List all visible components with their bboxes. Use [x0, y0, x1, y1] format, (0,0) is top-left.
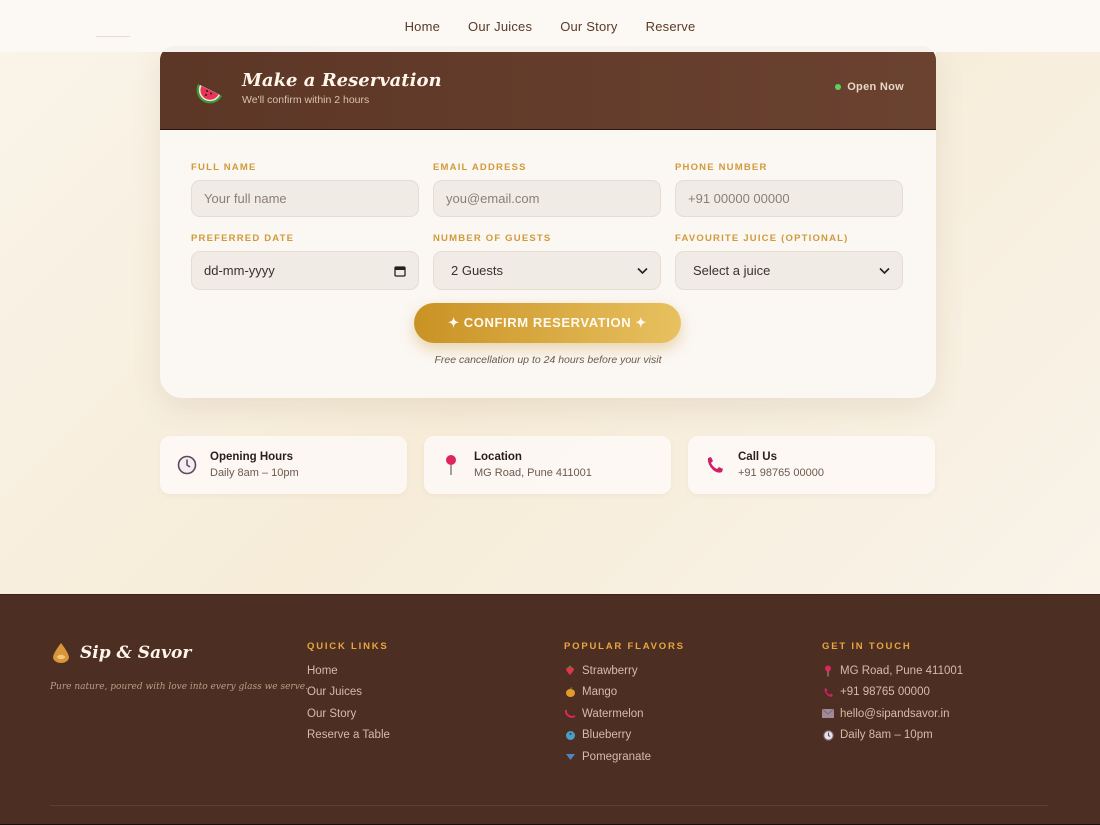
date-field[interactable]: dd-mm-yyyy	[191, 251, 419, 290]
flavor-label: Mango	[582, 686, 618, 699]
strawberry-icon	[564, 665, 576, 677]
quick-links-heading: QUICK LINKS	[307, 641, 389, 652]
calendar-icon[interactable]	[394, 265, 406, 277]
name-field[interactable]: Your full name	[191, 180, 419, 217]
date-label: Preferred Date	[191, 233, 295, 244]
nav-logo-underline	[96, 36, 130, 37]
contact-hours: Daily 8am – 10pm	[822, 729, 963, 743]
juice-select[interactable]: Select a juice	[675, 251, 903, 290]
nav-home-link[interactable]: Home	[405, 19, 440, 34]
pin-icon	[440, 454, 462, 476]
footer-brand-name: Sip & Savor	[80, 643, 192, 663]
site-footer: Sip & Savor Pure nature, poured with lov…	[0, 594, 1100, 825]
flavors-column: POPULAR FLAVORS Strawberry Mango Waterme…	[564, 641, 685, 772]
info-card-phone: Call Us +91 98765 00000	[688, 436, 935, 494]
chevron-down-icon	[879, 267, 890, 274]
email-field[interactable]: you@email.com	[433, 180, 661, 217]
phone-placeholder: +91 00000 00000	[688, 191, 790, 206]
phone-label: Phone Number	[675, 162, 768, 173]
location-detail: MG Road, Pune 411001	[474, 467, 592, 479]
flavor-item-blueberry[interactable]: Blueberry	[564, 729, 685, 743]
nav-reserve-link[interactable]: Reserve	[646, 19, 696, 34]
flavor-label: Blueberry	[582, 729, 632, 742]
confirm-reservation-button[interactable]: ✦ CONFIRM RESERVATION ✦	[414, 303, 681, 343]
pin-icon	[822, 665, 834, 677]
juice-value: Select a juice	[693, 263, 771, 278]
location-title: Location	[474, 451, 522, 463]
guests-label: Number of Guests	[433, 233, 552, 244]
contact-text: MG Road, Pune 411001	[840, 664, 964, 677]
footer-link-home[interactable]: Home	[307, 664, 390, 678]
contact-column: GET IN TOUCH MG Road, Pune 411001 +91 98…	[822, 641, 963, 750]
flavor-label: Watermelon	[582, 707, 644, 720]
reservation-card: Make a Reservation We'll confirm within …	[160, 46, 936, 398]
mango-icon	[564, 686, 576, 698]
chevron-down-icon	[637, 267, 648, 274]
cancellation-note: Free cancellation up to 24 hours before …	[434, 354, 662, 366]
contact-heading: GET IN TOUCH	[822, 641, 912, 652]
footer-link-reserve[interactable]: Reserve a Table	[307, 729, 390, 743]
contact-text: Daily 8am – 10pm	[840, 729, 933, 742]
juice-label: Favourite Juice (Optional)	[675, 233, 849, 244]
nav-story-link[interactable]: Our Story	[560, 19, 617, 34]
reservation-title: Make a Reservation	[242, 70, 442, 91]
flavor-item-strawberry[interactable]: Strawberry	[564, 664, 685, 678]
footer-tagline: Pure nature, poured with love into every…	[50, 682, 308, 692]
mail-icon	[822, 708, 834, 720]
reservation-subtitle: We'll confirm within 2 hours	[242, 94, 370, 106]
footer-link-juices[interactable]: Our Juices	[307, 686, 390, 700]
contact-phone[interactable]: +91 98765 00000	[822, 686, 963, 700]
contact-email[interactable]: hello@sipandsavor.in	[822, 707, 963, 721]
watermelon-icon	[564, 708, 576, 720]
date-placeholder: dd-mm-yyyy	[204, 263, 275, 278]
name-label: Full Name	[191, 162, 257, 173]
clock-icon	[822, 729, 834, 741]
info-card-location: Location MG Road, Pune 411001	[424, 436, 671, 494]
hours-title: Opening Hours	[210, 451, 294, 463]
contact-text: hello@sipandsavor.in	[840, 707, 950, 720]
reservation-header: Make a Reservation We'll confirm within …	[160, 46, 936, 130]
hours-detail: Daily 8am – 10pm	[210, 467, 299, 479]
watermelon-icon	[196, 84, 222, 104]
phone-icon	[704, 454, 726, 476]
contact-text: +91 98765 00000	[840, 686, 930, 699]
phone-icon	[822, 686, 834, 698]
contact-address: MG Road, Pune 411001	[822, 664, 963, 678]
quick-links-column: QUICK LINKS Home Our Juices Our Story Re…	[307, 641, 390, 750]
email-label: Email Address	[433, 162, 527, 173]
flavor-label: Pomegranate	[582, 750, 652, 763]
email-placeholder: you@email.com	[446, 191, 540, 206]
flavors-heading: POPULAR FLAVORS	[564, 641, 685, 652]
guests-value: 2 Guests	[451, 263, 504, 278]
flavor-label: Strawberry	[582, 664, 638, 677]
flavor-item-watermelon[interactable]: Watermelon	[564, 707, 685, 721]
reservation-form: Full Name Your full name Email Address y…	[191, 162, 905, 306]
flavor-item-mango[interactable]: Mango	[564, 686, 685, 700]
clock-icon	[176, 454, 198, 476]
nav-juices-link[interactable]: Our Juices	[468, 19, 532, 34]
open-status-text: Open Now	[847, 81, 904, 93]
drop-logo-icon	[53, 643, 69, 663]
status-dot-icon	[835, 84, 842, 90]
flavor-item-pomegranate[interactable]: Pomegranate	[564, 750, 685, 764]
blueberry-icon	[564, 729, 576, 741]
open-status-badge: Open Now	[835, 81, 904, 93]
footer-brand[interactable]: Sip & Savor	[50, 642, 191, 664]
footer-divider	[50, 805, 1048, 806]
top-nav: Home Our Juices Our Story Reserve	[0, 0, 1100, 52]
guests-select[interactable]: 2 Guests	[433, 251, 661, 290]
phone-title: Call Us	[738, 451, 777, 463]
phone-detail[interactable]: +91 98765 00000	[738, 467, 824, 479]
name-placeholder: Your full name	[204, 191, 287, 206]
info-card-hours: Opening Hours Daily 8am – 10pm	[160, 436, 407, 494]
footer-link-story[interactable]: Our Story	[307, 707, 390, 721]
pomegranate-icon	[564, 751, 576, 763]
phone-field[interactable]: +91 00000 00000	[675, 180, 903, 217]
